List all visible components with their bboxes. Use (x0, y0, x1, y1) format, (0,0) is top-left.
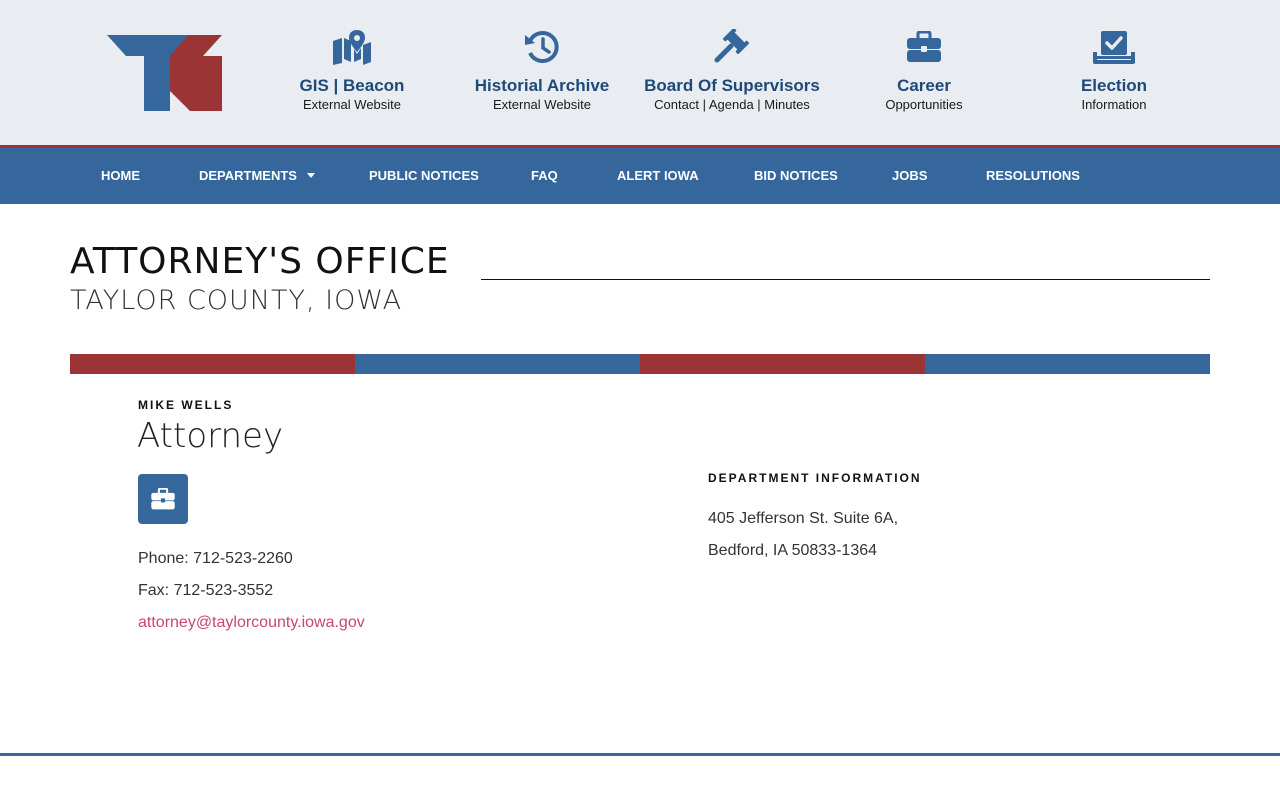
department-icon-box (138, 474, 188, 524)
briefcase-icon (907, 31, 941, 62)
contact-email-link[interactable]: attorney@taylorcounty.iowa.gov (138, 614, 365, 631)
nav-public-notices[interactable]: PUBLIC NOTICES (369, 148, 479, 204)
vote-box-icon (1093, 31, 1135, 64)
quick-link-subtitle: External Website (492, 97, 592, 112)
address-line-2: Bedford, IA 50833-1364 (708, 542, 878, 559)
quick-link-subtitle: External Website (302, 97, 402, 112)
quick-link-title: Historial Archive (474, 76, 610, 95)
main-nav: HOME DEPARTMENTS PUBLIC NOTICES FAQ ALER… (0, 148, 1280, 204)
page-title: ATTORNEY'S OFFICE (70, 241, 450, 282)
color-band (70, 354, 1210, 374)
quick-link-board[interactable]: Board Of Supervisors Contact | Agenda | … (637, 27, 827, 113)
quick-link-archive[interactable]: Historial Archive External Website (447, 27, 637, 113)
map-pin-icon (333, 30, 371, 65)
county-logo-icon (107, 35, 222, 111)
title-divider (481, 279, 1210, 280)
nav-departments[interactable]: DEPARTMENTS (199, 148, 315, 204)
department-info-heading: DEPARTMENT INFORMATION (708, 471, 922, 485)
nav-alert-iowa[interactable]: ALERT IOWA (617, 148, 699, 204)
address-line-1: 405 Jefferson St. Suite 6A, (708, 510, 899, 527)
page-subtitle: TAYLOR COUNTY, IOWA (70, 285, 403, 316)
nav-faq[interactable]: FAQ (531, 148, 558, 204)
contact-phone: Phone: 712-523-2260 (138, 550, 293, 567)
quick-link-career[interactable]: Career Opportunities (829, 27, 1019, 113)
nav-home[interactable]: HOME (101, 148, 140, 204)
quick-link-subtitle: Opportunities (885, 97, 963, 112)
gavel-icon (714, 29, 750, 63)
history-icon (525, 31, 559, 63)
contact-role: Attorney (137, 416, 284, 456)
quick-link-title: Board Of Supervisors (644, 76, 820, 95)
caret-down-icon (306, 173, 315, 179)
footer-divider (0, 753, 1280, 756)
band-red (640, 354, 925, 374)
nav-resolutions[interactable]: RESOLUTIONS (986, 148, 1080, 204)
quick-link-gis[interactable]: GIS | Beacon External Website (257, 27, 447, 113)
nav-departments-label: DEPARTMENTS (199, 168, 297, 183)
quick-link-title: Career (897, 76, 951, 95)
band-red (70, 354, 355, 374)
nav-bid-notices[interactable]: BID NOTICES (754, 148, 838, 204)
quick-link-subtitle: Contact | Agenda | Minutes (654, 97, 810, 112)
nav-jobs[interactable]: JOBS (892, 148, 927, 204)
quick-link-title: GIS | Beacon (299, 76, 405, 95)
county-logo[interactable] (106, 33, 224, 113)
quick-link-election[interactable]: Election Information (1019, 27, 1209, 113)
briefcase-icon (151, 488, 175, 510)
contact-fax: Fax: 712-523-3552 (138, 582, 274, 599)
quick-link-title: Election (1080, 76, 1148, 95)
band-blue (925, 354, 1210, 374)
band-blue (355, 354, 640, 374)
quick-link-subtitle: Information (1081, 97, 1147, 112)
contact-name: MIKE WELLS (138, 398, 234, 412)
